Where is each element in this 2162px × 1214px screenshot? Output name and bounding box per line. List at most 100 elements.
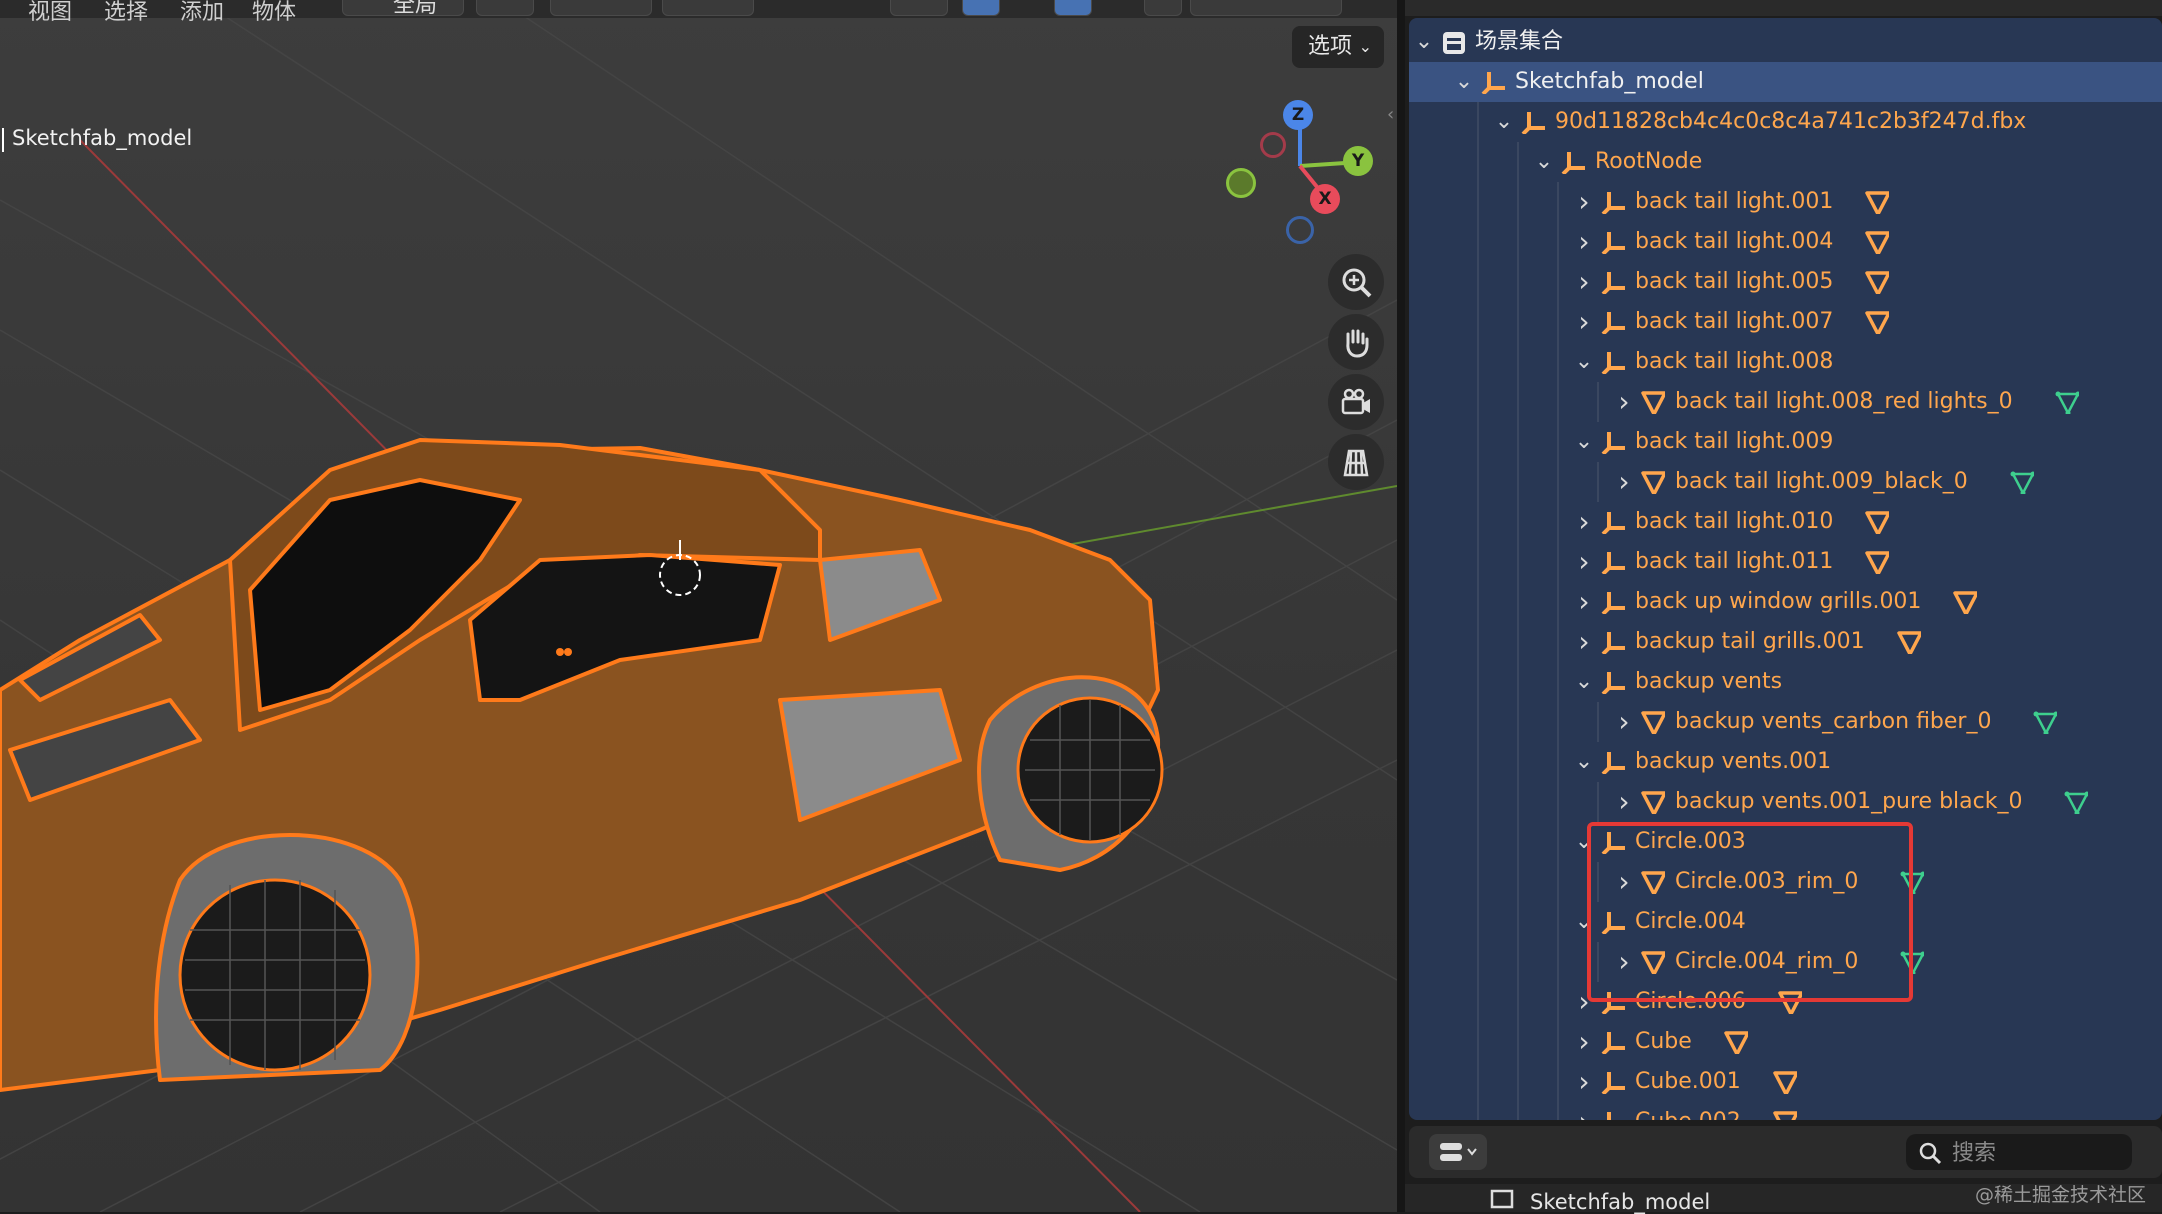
gizmo-neg-y[interactable] bbox=[1226, 168, 1256, 198]
chevron-right-icon[interactable]: › bbox=[1573, 182, 1595, 222]
outliner-row[interactable]: ⌄ back tail light.008 bbox=[1409, 342, 2162, 382]
viewport-gizmo-toggle[interactable] bbox=[890, 0, 948, 16]
3d-viewport[interactable]: 视图 选择 添加 物体 全局 选项 ⌄ Sketchfab_model Z Y … bbox=[0, 0, 1397, 1212]
outliner-search[interactable] bbox=[1906, 1134, 2132, 1172]
chevron-right-icon[interactable]: › bbox=[1573, 222, 1595, 262]
tree-guide-line bbox=[1517, 1022, 1519, 1062]
outliner-row[interactable]: › Cube.002 bbox=[1409, 1102, 2162, 1120]
outliner-row[interactable]: ⌄ backup vents bbox=[1409, 662, 2162, 702]
area-divider[interactable] bbox=[1397, 0, 1405, 1212]
chevron-right-icon[interactable]: › bbox=[1613, 382, 1635, 422]
tree-guide-line bbox=[1477, 942, 1479, 982]
outliner-row[interactable]: ⌄ back tail light.009 bbox=[1409, 422, 2162, 462]
chevron-down-icon[interactable]: ⌄ bbox=[1453, 62, 1475, 102]
mesh-data-icon[interactable] bbox=[2033, 710, 2058, 734]
outliner-row[interactable]: › back tail light.007 bbox=[1409, 302, 2162, 342]
mesh-object-icon[interactable] bbox=[1865, 510, 1890, 534]
overlay-toggle[interactable] bbox=[962, 0, 1000, 16]
mesh-object-icon[interactable] bbox=[1865, 550, 1890, 574]
mesh-object-icon[interactable] bbox=[1896, 630, 1921, 654]
chevron-right-icon[interactable]: › bbox=[1573, 542, 1595, 582]
gizmo-neg-x[interactable] bbox=[1260, 132, 1286, 158]
mesh-object-icon[interactable] bbox=[1865, 270, 1890, 294]
gizmo-z[interactable]: Z bbox=[1283, 100, 1313, 130]
options-dropdown[interactable]: 选项 ⌄ bbox=[1292, 26, 1384, 68]
outliner-row[interactable]: › back tail light.001 bbox=[1409, 182, 2162, 222]
chevron-right-icon[interactable]: › bbox=[1573, 302, 1595, 342]
proportional-edit[interactable] bbox=[662, 0, 754, 16]
menu-object[interactable]: 物体 bbox=[252, 0, 296, 26]
gizmo-x[interactable]: X bbox=[1310, 184, 1340, 214]
gizmo-y[interactable]: Y bbox=[1343, 146, 1373, 176]
chevron-down-icon[interactable]: ⌄ bbox=[1533, 142, 1555, 182]
chevron-down-icon[interactable]: ⌄ bbox=[1573, 422, 1595, 462]
outliner-row[interactable]: › back tail light.011 bbox=[1409, 542, 2162, 582]
chevron-right-icon[interactable]: › bbox=[1573, 1022, 1595, 1062]
chevron-right-icon[interactable]: › bbox=[1613, 702, 1635, 742]
chevron-down-icon[interactable]: ⌄ bbox=[1493, 102, 1515, 142]
outliner-row[interactable]: › Cube.001 bbox=[1409, 1062, 2162, 1102]
outliner-row[interactable]: › backup vents.001_pure black_0 bbox=[1409, 782, 2162, 822]
menu-select[interactable]: 选择 bbox=[104, 0, 148, 26]
tree-guide-line bbox=[1517, 262, 1519, 302]
chevron-down-icon[interactable]: ⌄ bbox=[1573, 662, 1595, 702]
mesh-data-icon[interactable] bbox=[2010, 470, 2034, 494]
mesh-object-icon bbox=[1641, 471, 1665, 494]
grid-view-icon[interactable] bbox=[1328, 434, 1384, 490]
chevron-right-icon[interactable]: › bbox=[1573, 1062, 1595, 1102]
outliner-row[interactable]: ⌄ backup vents.001 bbox=[1409, 742, 2162, 782]
outliner-row[interactable]: › back tail light.009_black_0 bbox=[1409, 462, 2162, 502]
tree-guide-line bbox=[1477, 142, 1479, 182]
xray-toggle[interactable] bbox=[1054, 0, 1092, 16]
outliner-row[interactable]: › back tail light.008_red lights_0 bbox=[1409, 382, 2162, 422]
chevron-right-icon[interactable]: › bbox=[1613, 462, 1635, 502]
chevron-left-icon[interactable]: ‹ bbox=[1387, 104, 1401, 126]
mesh-object-icon[interactable] bbox=[1953, 590, 1978, 614]
chevron-right-icon[interactable]: › bbox=[1573, 262, 1595, 302]
mesh-object-icon[interactable] bbox=[1773, 1070, 1797, 1094]
outliner-row[interactable]: ⌄ 90d11828cb4c4c0c8c4a741c2b3f247d.fbx bbox=[1409, 102, 2162, 142]
shading-modes[interactable] bbox=[1190, 0, 1342, 16]
menu-add[interactable]: 添加 bbox=[180, 0, 224, 26]
outliner-row[interactable]: › back up window grills.001 bbox=[1409, 582, 2162, 622]
outliner-row[interactable]: › back tail light.010 bbox=[1409, 502, 2162, 542]
chevron-down-icon[interactable]: ⌄ bbox=[1573, 742, 1595, 782]
outliner-row[interactable]: ⌄ RootNode bbox=[1409, 142, 2162, 182]
chevron-down-icon[interactable]: ⌄ bbox=[1413, 22, 1435, 62]
outliner-row[interactable]: › back tail light.004 bbox=[1409, 222, 2162, 262]
empty-axes-icon bbox=[1601, 552, 1625, 574]
outliner-row[interactable]: › backup tail grills.001 bbox=[1409, 622, 2162, 662]
mesh-object-icon[interactable] bbox=[1773, 1110, 1797, 1120]
mesh-object-icon[interactable] bbox=[1865, 190, 1890, 214]
mesh-data-icon[interactable] bbox=[2055, 390, 2079, 414]
chevron-down-icon[interactable]: ⌄ bbox=[1573, 342, 1595, 382]
chevron-right-icon[interactable]: › bbox=[1573, 622, 1595, 662]
outliner-row[interactable]: ⌄ Sketchfab_model bbox=[1409, 62, 2162, 102]
viewport-scene[interactable] bbox=[0, 0, 1397, 1212]
tree-guide-line bbox=[1557, 1062, 1559, 1102]
pivot-dropdown[interactable] bbox=[476, 0, 534, 16]
chevron-right-icon[interactable]: › bbox=[1573, 1102, 1595, 1120]
outliner-row[interactable]: › backup vents_carbon fiber_0 bbox=[1409, 702, 2162, 742]
mesh-object-icon[interactable] bbox=[1865, 310, 1890, 334]
camera-icon[interactable] bbox=[1328, 374, 1384, 430]
menu-view[interactable]: 视图 bbox=[28, 0, 72, 26]
chevron-right-icon[interactable]: › bbox=[1573, 582, 1595, 622]
chevron-right-icon[interactable]: › bbox=[1573, 502, 1595, 542]
display-mode-dropdown[interactable] bbox=[1429, 1134, 1487, 1170]
mesh-object-icon[interactable] bbox=[1865, 230, 1890, 254]
mesh-data-icon[interactable] bbox=[2064, 790, 2089, 814]
camera-toggle[interactable] bbox=[1144, 0, 1182, 16]
outliner-row[interactable]: ⌄ 场景集合 bbox=[1409, 22, 2162, 62]
outliner-row[interactable]: › Cube bbox=[1409, 1022, 2162, 1062]
gizmo-neg-z[interactable] bbox=[1286, 216, 1314, 244]
hand-pan-icon[interactable] bbox=[1328, 314, 1384, 370]
tree-guide-line bbox=[1517, 702, 1519, 742]
mesh-object-icon[interactable] bbox=[1724, 1030, 1748, 1054]
search-input[interactable] bbox=[1950, 1134, 2130, 1172]
chevron-right-icon[interactable]: › bbox=[1613, 782, 1635, 822]
outliner-row[interactable]: › back tail light.005 bbox=[1409, 262, 2162, 302]
transform-orientation-dropdown[interactable]: 全局 bbox=[342, 0, 464, 18]
snap-toggle[interactable] bbox=[550, 0, 652, 16]
zoom-icon[interactable] bbox=[1328, 254, 1384, 310]
